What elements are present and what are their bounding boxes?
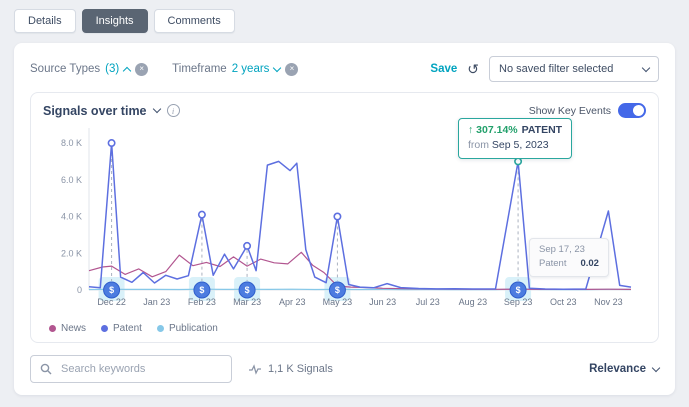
y-tick-label: 6.0 K <box>61 175 82 185</box>
tab-insights[interactable]: Insights <box>82 9 148 33</box>
key-event-percent: ↑ 307.14% <box>468 124 518 136</box>
x-tick-label: Aug 23 <box>459 297 488 307</box>
spike-marker[interactable] <box>244 243 250 249</box>
y-tick-label: 4.0 K <box>61 212 82 222</box>
legend-item-patent[interactable]: Patent <box>101 323 142 334</box>
timeframe-filter[interactable]: Timeframe 2 years × <box>172 63 298 76</box>
legend-label-patent: Patent <box>113 323 142 334</box>
hover-tooltip-series: Patent <box>539 258 566 269</box>
saved-filter-value: No saved filter selected <box>499 63 613 75</box>
legend-label-news: News <box>61 323 86 334</box>
spike-marker[interactable] <box>199 211 205 217</box>
search-input[interactable] <box>59 362 222 376</box>
x-tick-label: Feb 23 <box>188 297 216 307</box>
footer-bar: 1,1 K Signals Relevance <box>30 355 659 383</box>
x-tick-label: Nov 23 <box>594 297 623 307</box>
x-tick-label: Apr 23 <box>279 297 306 307</box>
undo-icon[interactable]: ↺ <box>467 62 479 76</box>
x-tick-label: Oct 23 <box>550 297 577 307</box>
key-event-date: Sep 5, 2023 <box>492 139 549 151</box>
legend-item-news[interactable]: News <box>49 323 86 334</box>
legend-label-publication: Publication <box>169 323 218 334</box>
key-event-series: PATENT <box>522 124 562 136</box>
key-event-icon: $ <box>199 285 204 295</box>
y-tick-label: 0 <box>77 285 82 295</box>
show-key-events-label: Show Key Events <box>529 105 611 117</box>
source-types-filter[interactable]: Source Types (3) × <box>30 63 148 76</box>
chevron-down-icon <box>642 63 650 71</box>
source-types-count: (3) <box>105 63 119 75</box>
x-tick-label: Jun 23 <box>369 297 396 307</box>
publication-dot-icon <box>157 325 164 332</box>
y-tick-label: 2.0 K <box>61 248 82 258</box>
key-event-from-label: from <box>468 139 489 151</box>
x-tick-label: Jan 23 <box>143 297 170 307</box>
x-tick-label: May 23 <box>323 297 353 307</box>
save-filter-button[interactable]: Save <box>430 63 457 75</box>
signals-count: 1,1 K Signals <box>268 363 333 375</box>
spike-marker[interactable] <box>334 213 340 219</box>
info-icon[interactable]: i <box>167 104 180 117</box>
timeframe-label: Timeframe <box>172 63 227 75</box>
clear-timeframe-icon[interactable]: × <box>285 63 298 76</box>
sort-label: Relevance <box>589 363 646 375</box>
chevron-down-icon <box>152 105 160 113</box>
hover-tooltip: Sep 17, 23 Patent 0.02 <box>529 238 609 277</box>
saved-filter-select[interactable]: No saved filter selected <box>489 56 659 82</box>
tab-comments[interactable]: Comments <box>154 9 235 33</box>
clear-source-types-icon[interactable]: × <box>135 63 148 76</box>
x-tick-label: Sep 23 <box>504 297 533 307</box>
patent-dot-icon <box>101 325 108 332</box>
chart-title-group[interactable]: Signals over time i <box>43 104 180 118</box>
detail-tabs: Details Insights Comments <box>0 0 689 33</box>
show-key-events-toggle[interactable] <box>618 103 646 118</box>
x-tick-label: Dec 22 <box>97 297 126 307</box>
key-event-icon: $ <box>335 285 340 295</box>
insights-card: Source Types (3) × Timeframe 2 years × S… <box>14 43 675 395</box>
signals-chart[interactable]: $ $ $ $ $0 2.0 K 4.0 K 6.0 K 8.0 K Dec 22 Jan 23 Fe… <box>43 122 646 321</box>
key-event-icon: $ <box>245 285 250 295</box>
key-event-icon: $ <box>516 285 521 295</box>
chart-legend: News Patent Publication <box>49 323 646 334</box>
hover-tooltip-value: 0.02 <box>580 258 599 269</box>
signals-icon <box>248 363 262 375</box>
chart-title: Signals over time <box>43 104 147 118</box>
signals-over-time-panel: Signals over time i Show Key Events $$$$… <box>30 92 659 343</box>
filter-bar: Source Types (3) × Timeframe 2 years × S… <box>30 56 659 82</box>
chevron-up-icon <box>123 66 131 74</box>
sort-relevance-button[interactable]: Relevance <box>589 363 659 375</box>
tab-details[interactable]: Details <box>14 9 76 33</box>
source-types-label: Source Types <box>30 63 100 75</box>
chevron-down-icon <box>652 363 660 371</box>
key-event-icon: $ <box>109 285 114 295</box>
hover-tooltip-date: Sep 17, 23 <box>539 243 599 257</box>
timeframe-value: 2 years <box>232 63 270 75</box>
chevron-down-icon <box>273 63 281 71</box>
legend-item-publication[interactable]: Publication <box>157 323 218 334</box>
news-dot-icon <box>49 325 56 332</box>
x-tick-label: Mar 23 <box>233 297 261 307</box>
y-tick-label: 8.0 K <box>61 138 82 148</box>
search-icon <box>40 363 52 375</box>
key-event-tooltip: ↑ 307.14% PATENT from Sep 5, 2023 <box>458 118 572 159</box>
x-tick-label: Jul 23 <box>416 297 440 307</box>
signals-count-group: 1,1 K Signals <box>248 363 333 375</box>
spike-marker[interactable] <box>515 158 521 164</box>
search-box[interactable] <box>30 355 232 383</box>
spike-marker[interactable] <box>108 140 114 146</box>
